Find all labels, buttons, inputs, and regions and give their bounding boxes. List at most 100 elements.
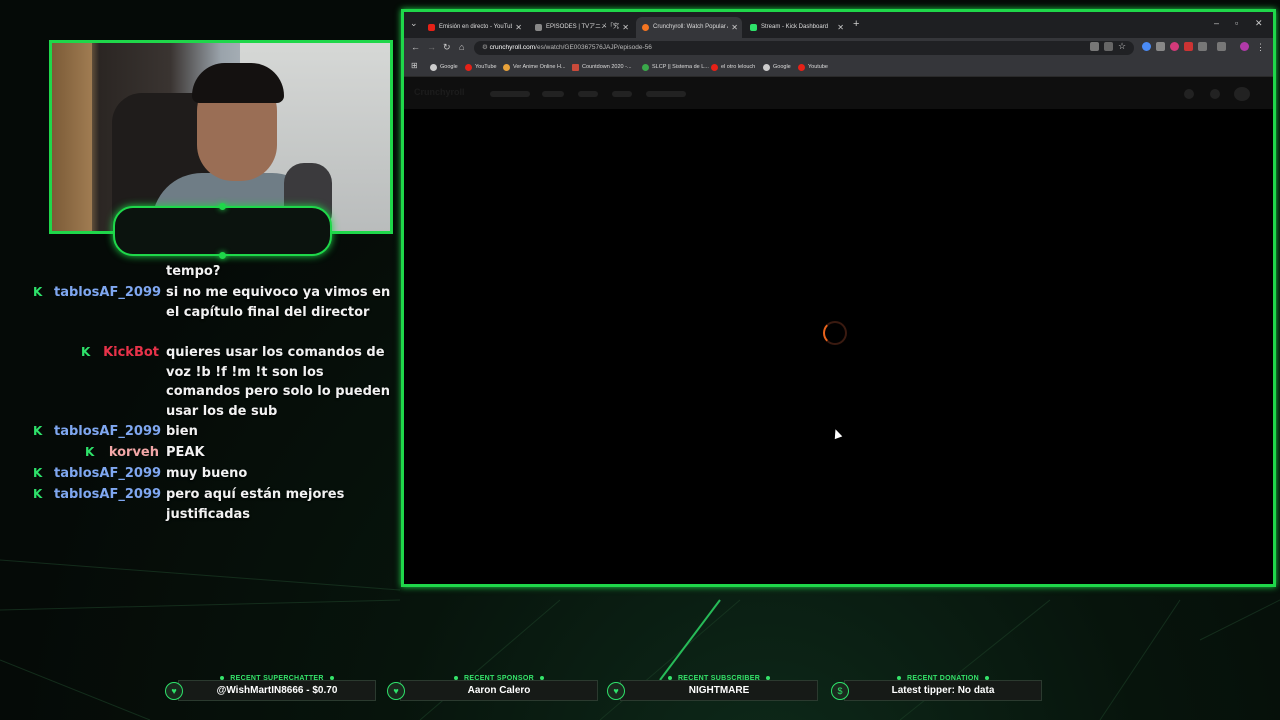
widget-title: RECENT SUBSCRIBER [677, 675, 761, 682]
tab-bar: ⌄ Emisión en directo - YouTube S ✕ EPISO… [404, 12, 1273, 38]
nav-placeholder[interactable] [578, 91, 598, 97]
video-player[interactable] [404, 109, 1273, 584]
tab-label: Stream - Kick Dashboard [761, 24, 829, 30]
tab-episodes[interactable]: EPISODES | TVアニメ「究極進化 ✕ [529, 17, 633, 38]
widget-value: NIGHTMARE [688, 685, 750, 696]
chat-message-text: quieres usar los comandos de voz !b !f !… [166, 345, 390, 419]
chat-username: KickBot [103, 345, 159, 360]
new-tab-icon[interactable]: + [853, 18, 859, 30]
nav-placeholder[interactable] [490, 91, 530, 97]
extension-icon[interactable] [1184, 42, 1193, 51]
chat-message-text: muy bueno [166, 466, 248, 481]
side-panel-icon[interactable] [1217, 42, 1226, 51]
bookmark-item[interactable]: Countdown 2020 -... [572, 61, 632, 73]
tab-label: EPISODES | TVアニメ「究極進化 [546, 24, 619, 30]
crunchyroll-icon [642, 24, 649, 31]
streamer-name-plate [113, 203, 332, 259]
menu-icon[interactable]: ⋮ [1256, 42, 1265, 53]
maximize-icon[interactable]: ▫ [1235, 18, 1238, 28]
search-icon[interactable] [1184, 89, 1194, 99]
apps-icon[interactable]: ⊞ [411, 61, 418, 70]
recent-donation-widget: $ RECENT DONATION Latest tipper: No data [831, 675, 1042, 701]
widget-value: Aaron Calero [467, 685, 531, 696]
url-path: /es/watch/GE00367576JAJP/episode-56 [535, 44, 652, 51]
kick-icon [750, 24, 757, 31]
url-domain: crunchyroll.com [489, 44, 536, 51]
bookmark-item[interactable]: Youtube [798, 61, 828, 73]
forward-icon[interactable]: → [427, 42, 436, 52]
recent-sponsor-widget: ♥ RECENT SPONSOR Aaron Calero [387, 675, 598, 701]
minimize-icon[interactable]: – [1214, 18, 1219, 28]
tab-crunchyroll[interactable]: Crunchyroll: Watch Popular Ani ✕ [636, 17, 742, 38]
chat-message-text: pero aquí están mejores justificadas [166, 487, 345, 522]
bookmark-item[interactable]: Ver Anime Online H... [503, 61, 566, 73]
chat-username: tablosAF_2099 [54, 424, 162, 439]
nav-placeholder[interactable] [542, 91, 564, 97]
chat-message-text: tempo? [166, 264, 221, 279]
chat-message-text: PEAK [166, 445, 205, 460]
widget-value: @WishMartIN8666 - $0.70 [216, 685, 338, 696]
tab-search-icon[interactable]: ⌄ [410, 18, 418, 29]
kick-badge-icon: K [33, 424, 43, 438]
bookmark-icon [572, 64, 579, 71]
home-icon[interactable]: ⌂ [459, 42, 464, 52]
chat-message-text: si no me equivoco ya vimos en el capítul… [166, 285, 391, 320]
bookmark-item[interactable]: Google [430, 61, 458, 73]
url-input[interactable]: ⚙ crunchyroll.com/es/watch/GE00367576JAJ… [474, 41, 1134, 55]
site-info-icon[interactable]: ⚙ [482, 44, 488, 51]
bookmark-item[interactable]: Google [763, 61, 791, 73]
widget-title: RECENT DONATION [906, 675, 980, 682]
shield-icon [642, 64, 649, 71]
nav-placeholder[interactable] [612, 91, 632, 97]
loading-spinner-icon [823, 321, 847, 345]
extension-icon[interactable] [1142, 42, 1151, 51]
close-icon[interactable]: ✕ [515, 17, 522, 38]
translate-icon[interactable] [1090, 42, 1099, 51]
google-icon [763, 64, 770, 71]
chat-username: tablosAF_2099 [54, 285, 162, 300]
kick-badge-icon: K [33, 487, 43, 501]
close-icon[interactable]: ✕ [837, 17, 844, 38]
bookmark-icon[interactable] [1210, 89, 1220, 99]
widget-title: RECENT SUPERCHATTER [230, 675, 324, 682]
kick-badge-icon: K [33, 466, 43, 480]
site-logo[interactable]: Crunchyroll [414, 87, 465, 97]
widget-title: RECENT SPONSOR [464, 675, 534, 682]
kick-badge-icon: K [85, 445, 95, 459]
reload-icon[interactable]: ↻ [443, 42, 451, 53]
bookmark-icon [503, 64, 510, 71]
bookmark-star-icon[interactable]: ☆ [1118, 41, 1126, 52]
install-icon[interactable] [1104, 42, 1113, 51]
kick-badge-icon: K [33, 285, 43, 299]
puzzle-icon[interactable] [1198, 42, 1207, 51]
chat-username: tablosAF_2099 [54, 487, 162, 502]
browser-window: ⌄ Emisión en directo - YouTube S ✕ EPISO… [404, 12, 1273, 584]
youtube-icon [711, 64, 718, 71]
extension-icon[interactable] [1170, 42, 1179, 51]
nav-placeholder[interactable] [646, 91, 686, 97]
address-bar-row: ← → ↻ ⌂ ⚙ crunchyroll.com/es/watch/GE003… [404, 38, 1273, 58]
close-icon[interactable]: ✕ [622, 17, 629, 38]
chat-username: tablosAF_2099 [54, 466, 162, 481]
bookmark-item[interactable]: YouTube [465, 61, 497, 73]
bookmarks-bar: ⊞ Google YouTube Ver Anime Online H... C… [404, 58, 1273, 77]
tab-youtube[interactable]: Emisión en directo - YouTube S ✕ [422, 17, 526, 38]
tab-kick-dashboard[interactable]: Stream - Kick Dashboard ✕ [744, 17, 848, 38]
avatar[interactable] [1234, 87, 1250, 101]
tab-label: Emisión en directo - YouTube S [439, 24, 512, 30]
extension-icon[interactable] [1156, 42, 1165, 51]
recent-subscriber-widget: ♥ RECENT SUBSCRIBER NIGHTMARE [607, 675, 818, 701]
tab-label: Crunchyroll: Watch Popular Ani [653, 24, 728, 30]
kick-badge-icon: K [81, 345, 91, 359]
bookmark-item[interactable]: SLCP || Sistema de L... [642, 61, 709, 73]
window-close-icon[interactable]: ✕ [1255, 18, 1263, 29]
page-icon [535, 24, 542, 31]
crunchyroll-header: Crunchyroll [404, 77, 1273, 109]
close-icon[interactable]: ✕ [731, 17, 738, 38]
profile-avatar[interactable] [1240, 42, 1249, 51]
youtube-icon [428, 24, 435, 31]
bookmark-item[interactable]: el otro lelouch [711, 61, 755, 73]
google-icon [430, 64, 437, 71]
back-icon[interactable]: ← [411, 42, 420, 52]
youtube-icon [798, 64, 805, 71]
